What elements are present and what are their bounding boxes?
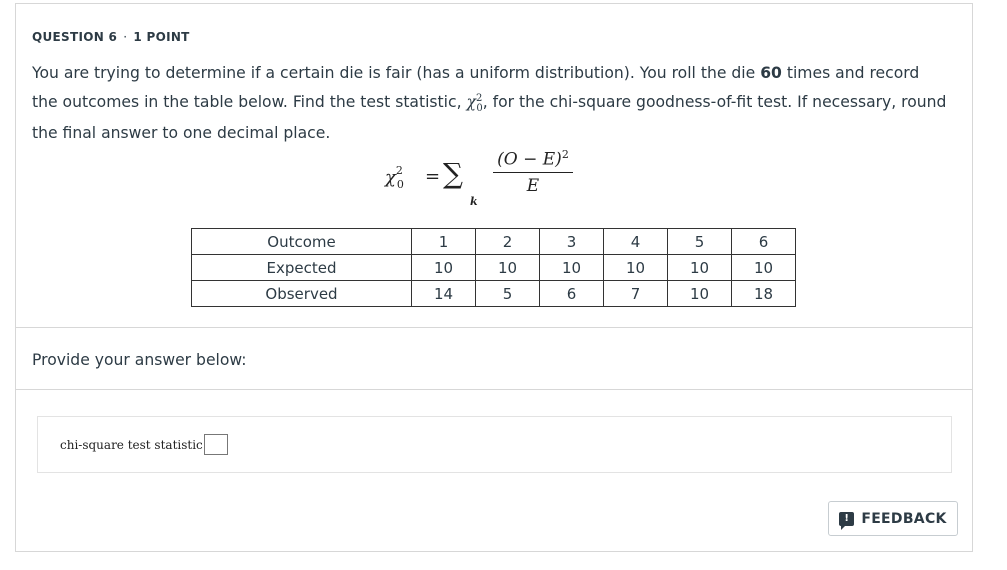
row-label: Outcome — [191, 228, 412, 255]
answer-area: chi-square test statistic= — [37, 416, 952, 473]
formula-lhs: χ20 — [385, 164, 404, 191]
table-cell: 10 — [731, 254, 796, 281]
table-cell: 14 — [411, 280, 476, 307]
answer-prompt: Provide your answer below: — [32, 351, 247, 369]
feedback-button-label: FEEDBACK — [861, 510, 947, 527]
section-divider — [15, 327, 973, 328]
table-row: Outcome 1 2 3 4 5 6 — [191, 228, 796, 255]
table-cell: 10 — [667, 254, 732, 281]
table-cell: 6 — [731, 228, 796, 255]
fraction-bar — [493, 171, 573, 173]
table-cell: 3 — [539, 228, 604, 255]
table-cell: 6 — [539, 280, 604, 307]
feedback-icon: ! — [839, 511, 855, 530]
summation-symbol: ∑ — [443, 157, 463, 190]
formula-fraction: (O − E)2 E — [493, 148, 573, 196]
table-row: Observed 14 5 6 7 10 18 — [191, 280, 796, 307]
section-divider — [15, 389, 973, 390]
question-header: QUESTION 6 · 1 POINT — [32, 30, 190, 44]
question-rolls: 60 — [760, 64, 782, 82]
formula-numerator: (O − E)2 — [497, 148, 569, 170]
answer-field-label: chi-square test statistic= — [60, 438, 213, 452]
summation-index: k — [470, 195, 478, 208]
inline-chi-symbol: χ20 — [466, 93, 483, 115]
chi-square-formula: χ20 = ∑ k (O − E)2 E — [385, 148, 585, 210]
table-cell: 5 — [667, 228, 732, 255]
row-label: Observed — [191, 280, 412, 307]
question-text-part1: You are trying to determine if a certain… — [32, 64, 761, 82]
question-text: You are trying to determine if a certain… — [32, 61, 947, 146]
table-cell: 10 — [539, 254, 604, 281]
table-cell: 10 — [603, 254, 668, 281]
table-cell: 4 — [603, 228, 668, 255]
table-cell: 7 — [603, 280, 668, 307]
formula-denominator: E — [526, 175, 540, 196]
question-points: 1 POINT — [133, 30, 190, 44]
table-cell: 5 — [475, 280, 540, 307]
table-cell: 10 — [411, 254, 476, 281]
die-outcomes-table: Outcome 1 2 3 4 5 6 Expected 10 10 10 10… — [191, 228, 796, 307]
table-cell: 10 — [667, 280, 732, 307]
feedback-button[interactable]: ! FEEDBACK — [828, 501, 958, 536]
question-number: QUESTION 6 — [32, 30, 118, 44]
chi-square-answer-input[interactable] — [204, 434, 228, 455]
table-cell: 1 — [411, 228, 476, 255]
table-row: Expected 10 10 10 10 10 10 — [191, 254, 796, 281]
formula-equals: = — [425, 166, 441, 187]
header-separator: · — [123, 30, 128, 44]
row-label: Expected — [191, 254, 412, 281]
table-cell: 18 — [731, 280, 796, 307]
table-cell: 10 — [475, 254, 540, 281]
table-cell: 2 — [475, 228, 540, 255]
